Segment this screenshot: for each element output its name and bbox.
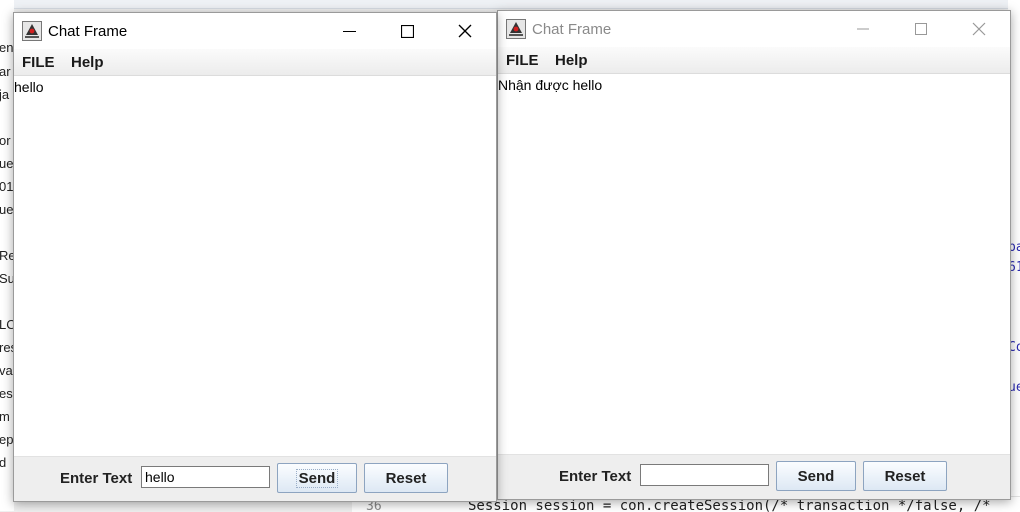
enter-text-label: Enter Text xyxy=(60,470,133,487)
close-icon xyxy=(972,22,986,36)
menu-help[interactable]: Help xyxy=(555,52,588,69)
reset-button-label: Reset xyxy=(884,467,926,485)
title-bar[interactable]: Chat Frame xyxy=(498,11,1010,47)
reset-button[interactable]: Reset xyxy=(364,463,448,493)
input-panel: Enter Text Send Reset xyxy=(14,456,496,501)
ide-fragment: ar xyxy=(0,64,11,79)
chat-frame-window-left: Chat Frame FILE Help hello Enter Text Se… xyxy=(13,12,497,502)
minimize-icon xyxy=(857,28,869,30)
maximize-button[interactable] xyxy=(892,11,950,47)
ide-fragment: res xyxy=(0,340,14,355)
maximize-icon xyxy=(915,23,927,35)
close-button[interactable] xyxy=(436,13,494,49)
menu-file[interactable]: FILE xyxy=(22,54,55,71)
send-button-label: Send xyxy=(797,467,835,485)
ide-toolbar-strip xyxy=(0,0,1020,9)
java-duke-icon xyxy=(22,21,42,41)
chat-display-area[interactable]: hello xyxy=(14,76,496,456)
ide-fragment: LC xyxy=(0,317,14,332)
ide-fragment: 01. xyxy=(0,179,14,194)
sent-message: hello xyxy=(14,79,44,95)
menu-bar: FILE Help xyxy=(14,49,496,76)
message-input[interactable] xyxy=(640,464,769,486)
ide-fragment: va xyxy=(0,363,13,378)
ide-fragment: or xyxy=(0,133,11,148)
maximize-button[interactable] xyxy=(378,13,436,49)
ide-left-panel: en ar ja or ue 01. ue Re Su LC res va es… xyxy=(0,0,14,511)
menu-bar: FILE Help xyxy=(498,47,1010,74)
send-button[interactable]: Send xyxy=(277,463,357,493)
ide-fragment: d xyxy=(0,455,7,470)
window-title: Chat Frame xyxy=(48,23,128,40)
ide-fragment: ue xyxy=(0,156,14,171)
minimize-button[interactable] xyxy=(834,11,892,47)
ide-fragment: esc xyxy=(0,386,14,401)
title-bar[interactable]: Chat Frame xyxy=(14,13,496,49)
ide-fragment: ue xyxy=(0,202,14,217)
menu-help[interactable]: Help xyxy=(71,54,104,71)
java-duke-icon xyxy=(506,19,526,39)
ide-fragment: m xyxy=(0,409,10,424)
minimize-icon xyxy=(342,30,356,32)
reset-button[interactable]: Reset xyxy=(863,461,947,491)
send-button-label: Send xyxy=(295,468,339,488)
chat-frame-window-right: Chat Frame FILE Help Nhận được hello Ent… xyxy=(497,10,1011,500)
ide-fragment: Su xyxy=(0,271,14,286)
close-icon xyxy=(458,24,472,38)
enter-text-label: Enter Text xyxy=(559,468,632,485)
ide-fragment: ja xyxy=(0,87,10,102)
minimize-button[interactable] xyxy=(320,13,378,49)
message-input[interactable] xyxy=(141,466,270,488)
ide-fragment: Re xyxy=(0,248,14,263)
menu-file[interactable]: FILE xyxy=(506,52,539,69)
maximize-icon xyxy=(400,24,414,38)
reset-button-label: Reset xyxy=(385,469,427,487)
close-button[interactable] xyxy=(950,11,1008,47)
ide-fragment: ep xyxy=(0,432,14,447)
received-message: Nhận được hello xyxy=(498,77,603,93)
send-button[interactable]: Send xyxy=(776,461,856,491)
input-panel: Enter Text Send Reset xyxy=(498,454,1010,499)
chat-display-area[interactable]: Nhận được hello xyxy=(498,74,1010,454)
code-line: Session session = con.createSession(/* t… xyxy=(468,498,991,512)
ide-fragment: en xyxy=(0,40,14,55)
window-title: Chat Frame xyxy=(532,21,612,38)
